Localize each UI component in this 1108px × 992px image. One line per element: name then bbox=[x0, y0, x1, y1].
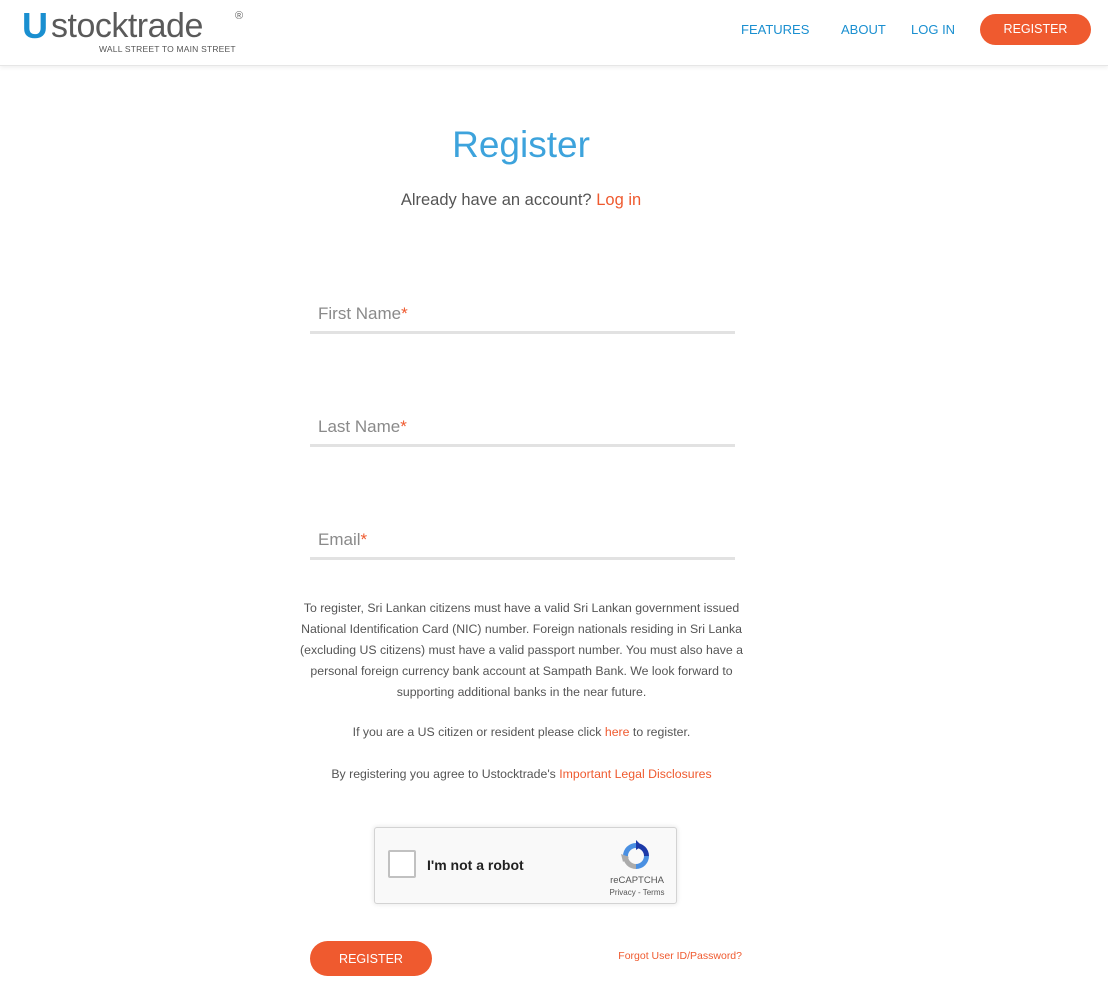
login-prompt: Already have an account? Log in bbox=[0, 191, 1042, 210]
recaptcha-label: I'm not a robot bbox=[427, 857, 524, 873]
recaptcha-checkbox[interactable] bbox=[388, 850, 416, 878]
last-name-field[interactable]: Last Name* bbox=[310, 413, 735, 447]
required-marker: * bbox=[401, 304, 408, 323]
email-field[interactable]: Email* bbox=[310, 526, 735, 560]
legal-agreement-line: By registering you agree to Ustocktrade'… bbox=[331, 767, 712, 781]
recaptcha-brand: reCAPTCHA bbox=[610, 875, 664, 886]
recaptcha-terms-links[interactable]: Privacy - Terms bbox=[597, 888, 677, 897]
recaptcha-logo-icon bbox=[621, 840, 649, 869]
forgot-credentials-link[interactable]: Forgot User ID/Password? bbox=[560, 950, 742, 962]
email-label: Email* bbox=[318, 530, 368, 549]
recaptcha-widget: I'm not a robot reCAPTCHA Privacy - Term… bbox=[374, 827, 677, 904]
first-name-field[interactable]: First Name* bbox=[310, 300, 735, 334]
page-title: Register bbox=[452, 124, 590, 165]
nav-login[interactable]: LOG IN bbox=[911, 22, 955, 37]
register-button[interactable]: REGISTER bbox=[310, 941, 432, 976]
required-marker: * bbox=[360, 530, 368, 549]
first-name-label: First Name* bbox=[318, 304, 408, 323]
login-link[interactable]: Log in bbox=[596, 191, 641, 209]
required-marker: * bbox=[400, 417, 407, 436]
nav-features[interactable]: FEATURES bbox=[741, 22, 809, 37]
legal-disclosures-link[interactable]: Important Legal Disclosures bbox=[559, 767, 711, 781]
us-citizen-line: If you are a US citizen or resident plea… bbox=[352, 725, 691, 739]
logo-u-mark: U bbox=[22, 5, 48, 46]
nav-register-button[interactable]: REGISTER bbox=[980, 14, 1091, 45]
ustocktrade-logo[interactable]: U stocktrade ® WALL STREET TO MAIN STREE… bbox=[22, 8, 252, 56]
us-register-link[interactable]: here bbox=[605, 725, 630, 739]
last-name-label: Last Name* bbox=[318, 417, 407, 436]
logo-tagline: WALL STREET TO MAIN STREET bbox=[99, 44, 236, 54]
login-prompt-text: Already have an account? bbox=[400, 191, 592, 209]
logo-registered-mark: ® bbox=[235, 10, 244, 22]
logo-wordmark: stocktrade bbox=[51, 7, 203, 45]
registration-notice: To register, Sri Lankan citizens must ha… bbox=[300, 601, 743, 699]
site-header: U stocktrade ® WALL STREET TO MAIN STREE… bbox=[0, 0, 1108, 66]
nav-about[interactable]: ABOUT bbox=[841, 22, 886, 37]
